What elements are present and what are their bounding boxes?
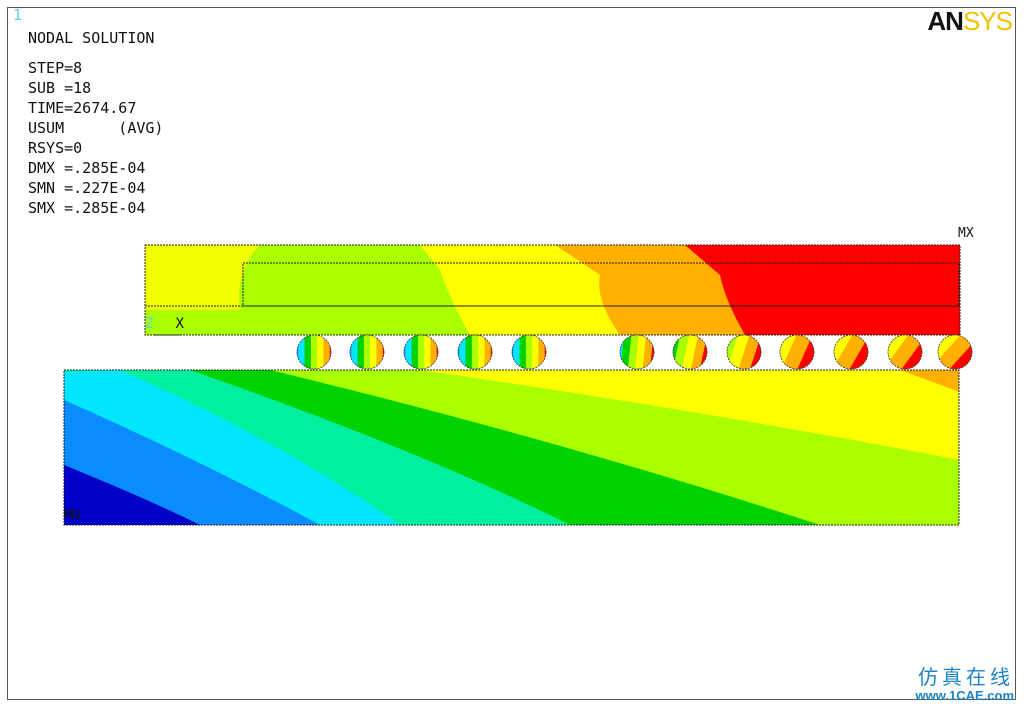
legend-smn: SMN =.227E-04	[28, 179, 146, 197]
triad-x-label: X	[175, 316, 184, 332]
legend-smx: SMX =.285E-04	[28, 199, 146, 217]
legend-rsys: RSYS=0	[28, 139, 83, 157]
watermark-url: www.1CAE.com	[915, 688, 1014, 703]
legend-title: NODAL SOLUTION	[28, 29, 155, 47]
max-marker: MX	[958, 226, 974, 241]
watermark: 仿真在线 www.1CAE.com	[916, 666, 1014, 703]
contour-plot	[63, 244, 980, 526]
legend-step: STEP=8	[28, 59, 83, 77]
graphics-viewport[interactable]: 1 NODAL SOLUTION STEP=8 SUB =18 TIME=267…	[0, 0, 1024, 707]
coordinate-triad: ZX	[145, 316, 184, 332]
legend-usum: USUM (AVG)	[28, 119, 164, 137]
slider-body	[145, 245, 960, 335]
triad-z-label: Z	[145, 316, 154, 332]
legend-sub: SUB =18	[28, 79, 92, 97]
legend-time: TIME=2674.67	[28, 99, 137, 117]
window-number: 1	[13, 6, 23, 24]
legend-dmx: DMX =.285E-04	[28, 159, 146, 177]
watermark-chinese: 仿真在线	[918, 665, 1014, 689]
min-marker: MN	[64, 508, 80, 523]
base-body	[64, 370, 959, 525]
ansys-logo: ANSYS	[927, 6, 1013, 36]
